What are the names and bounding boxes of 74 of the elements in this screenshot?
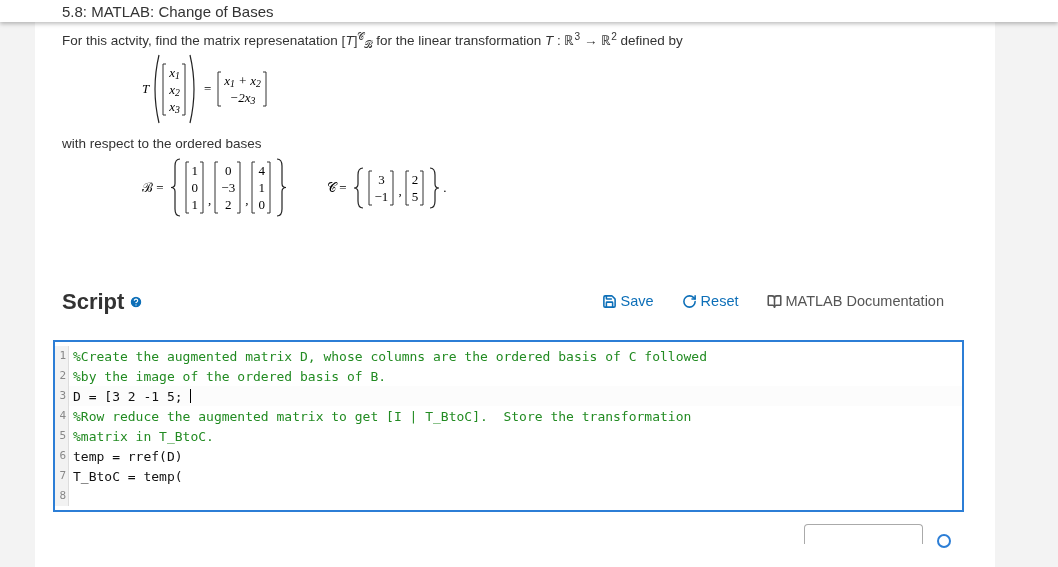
script-heading: Script xyxy=(62,288,125,317)
brace-icon xyxy=(169,158,182,218)
save-button[interactable]: Save xyxy=(601,290,654,313)
code-comment: %matrix in T_BtoC. xyxy=(72,427,214,446)
bracket-icon xyxy=(184,161,190,215)
bracket-icon xyxy=(266,161,272,215)
matrix-entry: x$_{1}$ xyxy=(169,63,180,81)
bracket-icon xyxy=(237,161,243,215)
matrix-entry: x$_{1}$ + x$_{2}$ xyxy=(224,72,261,89)
reset-button[interactable]: Reset xyxy=(681,290,739,313)
bracket-icon xyxy=(390,169,396,206)
line-number: 7 xyxy=(55,466,69,487)
matrix-entry: 0 xyxy=(225,162,232,180)
line-number: 3 xyxy=(55,386,69,407)
parenthesis-icon xyxy=(151,54,161,124)
comma: , xyxy=(208,190,212,209)
basis-symbol: ℬ = xyxy=(142,179,164,197)
line-number: 1 xyxy=(55,346,69,367)
matrix-entry: 3 xyxy=(378,170,385,188)
bracket-icon xyxy=(251,161,257,215)
code-editor[interactable] xyxy=(53,340,964,513)
bracket-icon xyxy=(262,71,268,107)
page-title: 5.8: MATLAB: Change of Bases xyxy=(62,2,274,22)
matrix-entry: 0 xyxy=(258,196,265,214)
bracket-icon xyxy=(214,161,220,215)
matrix-entry: x$_{3}$ xyxy=(169,97,180,115)
instruction-text: For this actvity, find the matrix represenatation [T]$^{𝒞}$$_{ℬ}$ for the linear transformation T : ℝ$^{3}$ → ℝ$^{2}$ defined by xyxy=(62,32,684,50)
text-cursor xyxy=(190,389,192,404)
comma: , xyxy=(245,190,249,209)
equals-sign: = xyxy=(203,80,212,99)
line-number: 5 xyxy=(55,426,69,447)
matrix-entry: −1 xyxy=(374,187,389,205)
matrix-entry: 1 xyxy=(191,162,199,180)
matrix-entry: 5 xyxy=(411,187,419,205)
bracket-icon xyxy=(181,62,187,116)
line-number: 8 xyxy=(55,486,69,507)
matrix-entry: 2 xyxy=(411,170,419,188)
comma: , xyxy=(398,182,402,201)
matrix-entry: 2 xyxy=(225,196,232,214)
brace-icon xyxy=(274,158,287,218)
help-icon[interactable] xyxy=(129,294,144,309)
code-comment: %Row reduce the augmented matrix to get [I | T_BtoC]. Store the transformation xyxy=(72,407,692,426)
line-number: 4 xyxy=(55,406,69,427)
parenthesis-icon xyxy=(188,54,198,124)
circular-arrow-icon xyxy=(681,294,697,310)
basis-symbol: 𝒞 = xyxy=(326,179,347,197)
book-icon xyxy=(766,294,782,310)
button-frame[interactable] xyxy=(804,524,923,545)
matrix-entry: −2x$_{3}$ xyxy=(229,89,256,106)
bracket-icon xyxy=(367,169,373,206)
brace-icon xyxy=(352,166,365,209)
matrix-entry: 0 xyxy=(191,179,199,197)
matrix-entry: 1 xyxy=(258,179,265,197)
period: . xyxy=(443,179,447,197)
bases-text: with respect to the ordered bases xyxy=(62,135,263,153)
code-comment: %Create the augmented matrix D, whose columns are the ordered basis of C followed xyxy=(72,347,707,366)
bracket-icon xyxy=(200,161,206,215)
documentation-link[interactable]: MATLAB Documentation xyxy=(766,290,944,313)
matrix-entry: x$_{2}$ xyxy=(169,80,180,98)
code-line: temp = rref(D) xyxy=(72,447,183,466)
line-number: 2 xyxy=(55,366,69,387)
bracket-icon xyxy=(217,71,223,107)
matrix-entry: 1 xyxy=(191,196,199,214)
matrix-entry: 4 xyxy=(258,162,265,180)
matrix-entry: −3 xyxy=(221,179,236,197)
bracket-icon xyxy=(404,169,410,206)
code-line: D = [3 2 -1 5; xyxy=(72,387,184,406)
bracket-icon xyxy=(162,62,168,116)
code-comment: %by the image of the ordered basis of B. xyxy=(72,367,387,386)
line-number: 6 xyxy=(55,446,69,467)
code-line: T_BtoC = temp( xyxy=(72,467,183,486)
bracket-icon xyxy=(420,169,426,206)
brace-icon xyxy=(428,166,441,209)
function-symbol: T xyxy=(142,80,150,99)
